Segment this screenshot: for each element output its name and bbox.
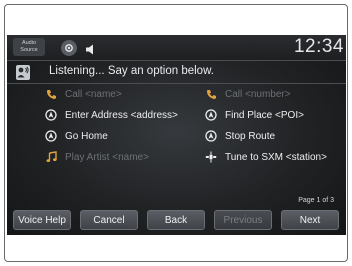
option-stop-route[interactable]: Stop Route bbox=[204, 128, 275, 144]
option-call-number[interactable]: Call <number> bbox=[204, 86, 291, 102]
page-indicator: Page 1 of 3 bbox=[298, 197, 334, 204]
phone-icon bbox=[204, 87, 218, 101]
option-label: Tune to SXM <station> bbox=[225, 151, 327, 163]
cancel-button[interactable]: Cancel bbox=[80, 210, 138, 230]
option-tune-sxm[interactable]: Tune to SXM <station> bbox=[204, 149, 327, 165]
next-button[interactable]: Next bbox=[281, 210, 339, 230]
phone-icon bbox=[44, 87, 58, 101]
option-label: Call <number> bbox=[225, 88, 291, 100]
voice-command-icon bbox=[16, 65, 30, 80]
navigation-icon bbox=[44, 108, 58, 122]
option-label: Enter Address <address> bbox=[65, 109, 178, 121]
option-label: Stop Route bbox=[225, 130, 276, 142]
option-label: Find Place <POI> bbox=[225, 109, 304, 121]
figure-frame: Audio Source 12:34 Listening... Say an o… bbox=[4, 4, 348, 262]
option-find-place[interactable]: Find Place <POI> bbox=[204, 107, 304, 123]
clock: 12:34 bbox=[293, 36, 344, 57]
option-enter-address[interactable]: Enter Address <address> bbox=[44, 107, 178, 123]
previous-button[interactable]: Previous bbox=[214, 210, 272, 230]
navigation-icon bbox=[204, 129, 218, 143]
option-go-home[interactable]: Go Home bbox=[44, 128, 108, 144]
audio-source-button[interactable]: Audio Source bbox=[13, 38, 45, 56]
voice-help-button[interactable]: Voice Help bbox=[13, 210, 71, 230]
option-label: Play Artist <name> bbox=[65, 151, 149, 163]
listening-prompt: Listening... Say an option below. bbox=[7, 64, 346, 84]
option-play-artist[interactable]: Play Artist <name> bbox=[44, 149, 149, 165]
voice-command-screen: Audio Source 12:34 Listening... Say an o… bbox=[7, 35, 346, 235]
back-button[interactable]: Back bbox=[147, 210, 205, 230]
option-label: Go Home bbox=[65, 130, 108, 142]
listening-text: Listening... Say an option below. bbox=[49, 65, 214, 77]
option-call-name[interactable]: Call <name> bbox=[44, 86, 122, 102]
speaker-icon bbox=[86, 42, 96, 60]
navigation-icon bbox=[44, 129, 58, 143]
button-bar: Voice Help Cancel Back Previous Next bbox=[7, 210, 346, 232]
phone-status-icon[interactable] bbox=[61, 40, 77, 56]
satellite-radio-icon bbox=[204, 150, 218, 164]
status-bar: Audio Source 12:34 bbox=[7, 35, 346, 61]
option-label: Call <name> bbox=[65, 88, 122, 100]
navigation-icon bbox=[204, 108, 218, 122]
music-note-icon bbox=[44, 150, 58, 164]
